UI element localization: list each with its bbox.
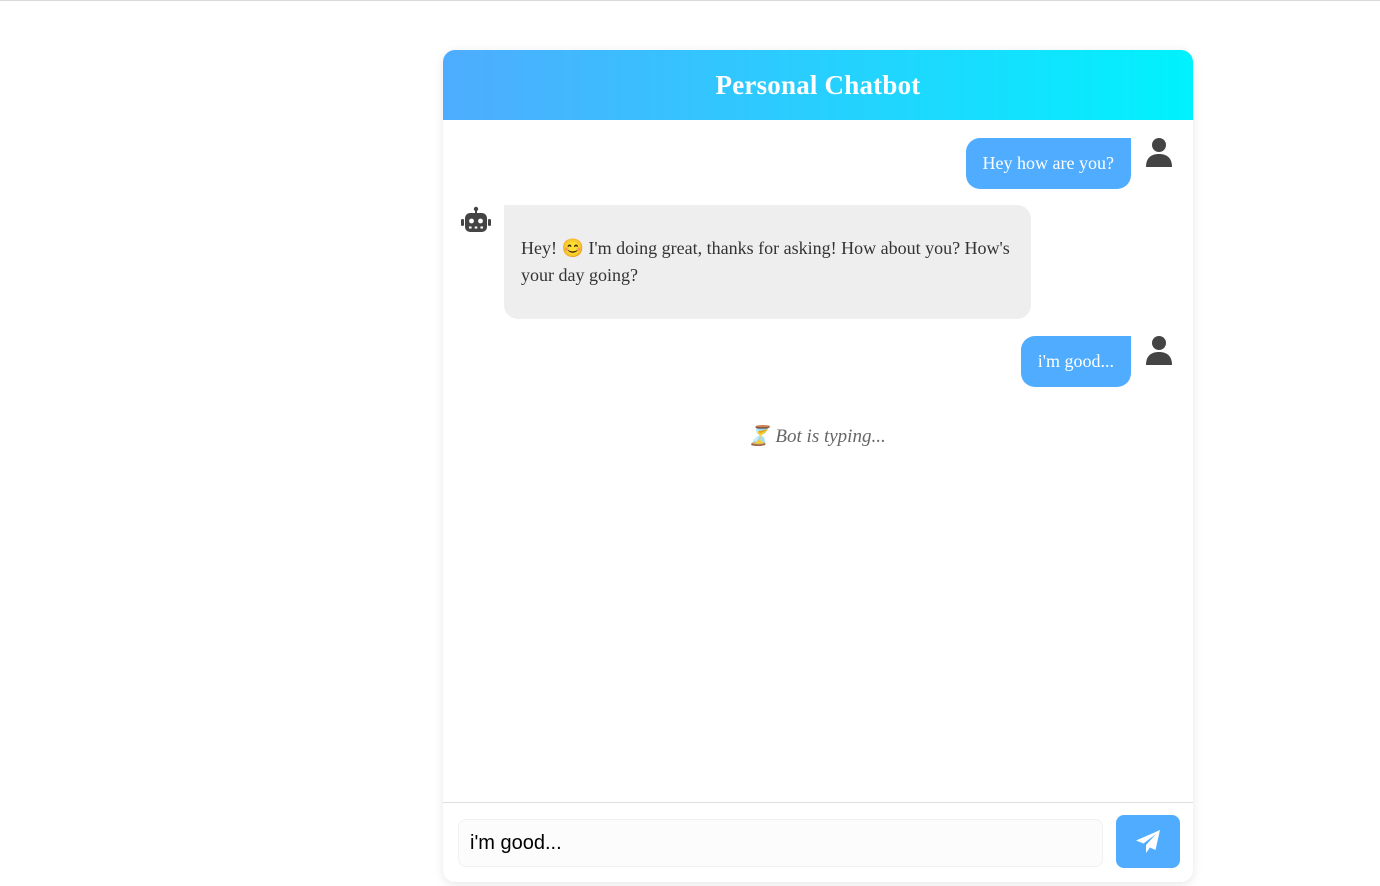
page-title: Personal Chatbot (715, 69, 921, 100)
user-message-bubble: Hey how are you? (965, 138, 1131, 189)
message-list: Hey how are you? Hey! 😊 I'm doing great,… (443, 120, 1193, 802)
browser-top-border (0, 0, 1380, 1)
typing-indicator: ⏳ Bot is typing... (747, 426, 886, 447)
message-input[interactable] (458, 819, 1103, 867)
message-text: Hey how are you? (982, 153, 1114, 173)
bot-message-bubble: Hey! 😊 I'm doing great, thanks for askin… (504, 205, 1031, 319)
chat-window: Personal Chatbot Hey how are you? Hey! 😊… (443, 50, 1193, 882)
message-composer (443, 802, 1193, 882)
robot-icon (460, 206, 492, 238)
user-message-bubble: i'm good... (1020, 336, 1131, 387)
message-text: i'm good... (1037, 351, 1114, 371)
send-button[interactable] (1116, 815, 1180, 868)
user-icon (1143, 136, 1175, 168)
paper-plane-icon (1135, 829, 1161, 855)
user-icon (1143, 334, 1175, 366)
chat-header: Personal Chatbot (443, 50, 1193, 120)
message-text: Hey! 😊 I'm doing great, thanks for askin… (521, 238, 1010, 285)
